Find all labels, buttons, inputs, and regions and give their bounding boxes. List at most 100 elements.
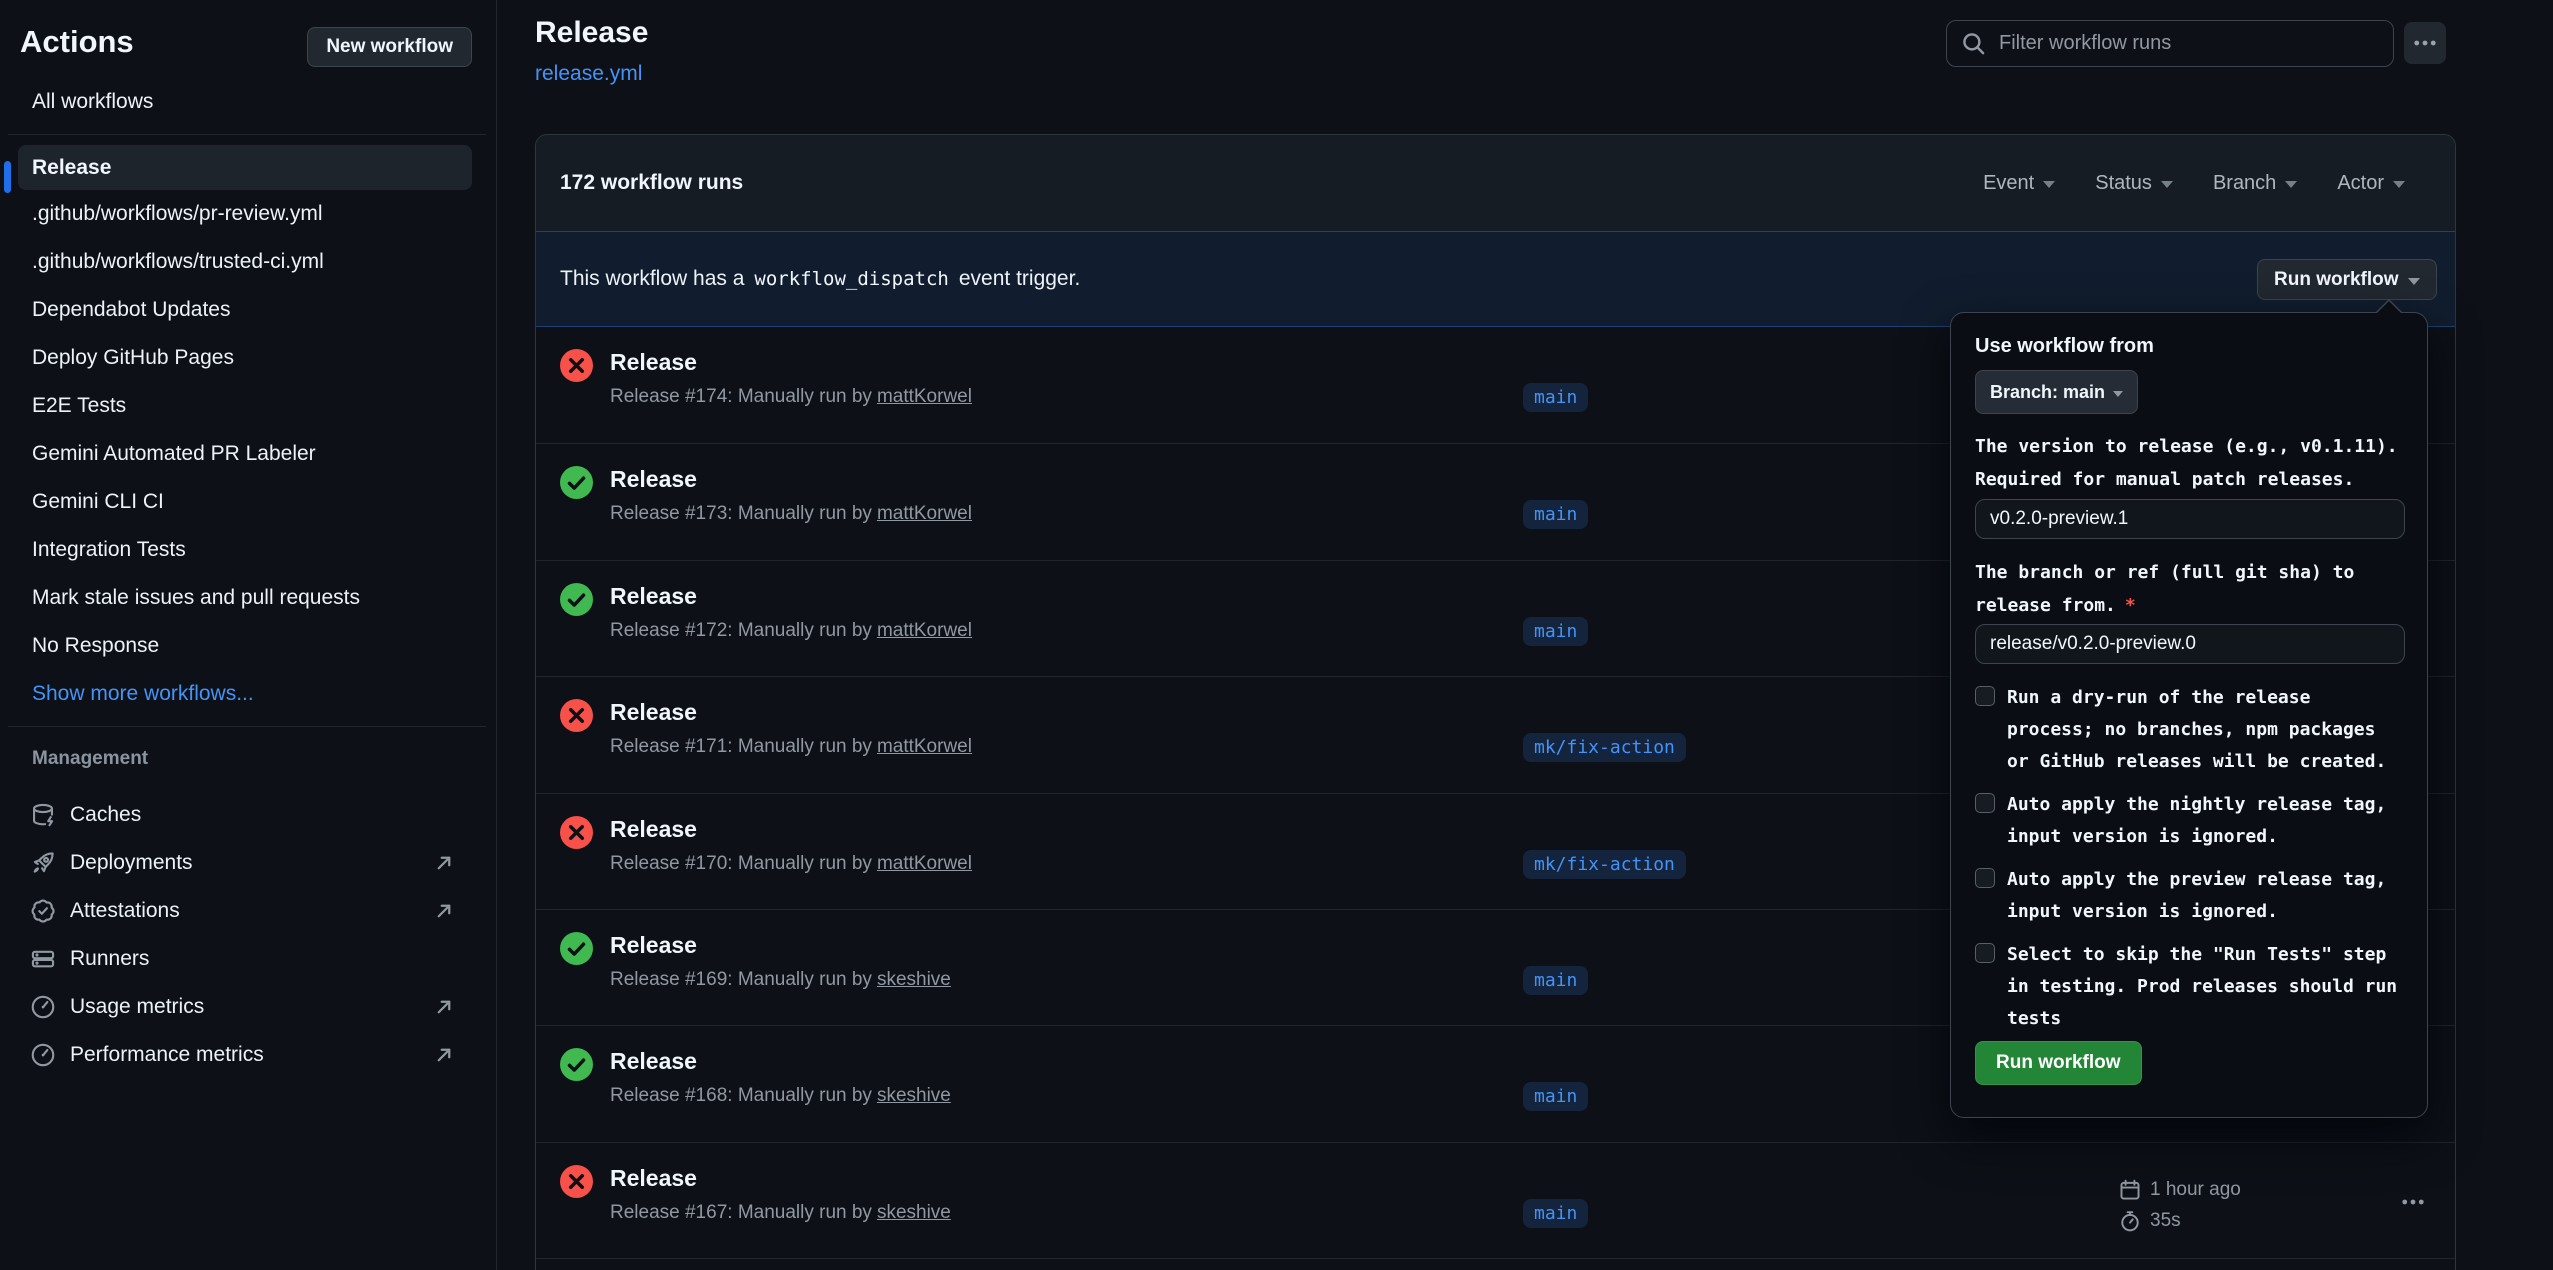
sidebar-item-deployments[interactable]: Deployments — [0, 839, 496, 887]
sidebar-item-e2e-tests[interactable]: E2E Tests — [0, 382, 496, 430]
branch-label[interactable]: main — [1523, 966, 1588, 995]
run-start-time: 1 hour ago — [2119, 1179, 2241, 1201]
workflow-run-row[interactable]: Release Release #167: Manually run byske… — [536, 1142, 2455, 1258]
nightly-tag-checkbox[interactable] — [1975, 793, 1995, 813]
dry-run-checkbox[interactable] — [1975, 686, 1995, 706]
kebab-horizontal-icon — [2401, 1190, 2425, 1214]
sidebar-item-caches[interactable]: Caches — [0, 791, 496, 839]
external-link-icon — [432, 995, 456, 1019]
branch-label[interactable]: main — [1523, 617, 1588, 646]
run-title-link[interactable]: Release — [610, 1165, 697, 1192]
branch-label[interactable]: main — [1523, 383, 1588, 412]
version-input[interactable] — [1975, 499, 2405, 539]
verified-icon — [30, 898, 56, 924]
run-title-link[interactable]: Release — [610, 466, 697, 493]
sidebar-item-attestations[interactable]: Attestations — [0, 887, 496, 935]
runs-panel-header: 172 workflow runs Event Status Branch Ac… — [536, 135, 2455, 231]
run-options-kebab-button[interactable] — [2391, 1189, 2435, 1215]
sidebar-item-trusted-ci[interactable]: .github/workflows/trusted-ci.yml — [0, 238, 496, 286]
run-status — [560, 349, 593, 382]
sidebar-item-all-workflows[interactable]: All workflows — [0, 78, 496, 126]
sidebar-item-integration-tests[interactable]: Integration Tests — [0, 526, 496, 574]
required-asterisk: * — [2125, 595, 2136, 616]
cache-icon — [30, 802, 56, 828]
actions-sidebar: Actions New workflow All workflows Relea… — [0, 0, 497, 1270]
filter-actor-dropdown[interactable]: Actor — [2337, 172, 2405, 195]
run-description: Release #167: Manually run byskeshive — [610, 1202, 951, 1224]
management-item-label: Runners — [70, 947, 149, 971]
ref-input[interactable] — [1975, 624, 2405, 664]
sidebar-item-mark-stale[interactable]: Mark stale issues and pull requests — [0, 574, 496, 622]
actor-link[interactable]: mattKorwel — [877, 386, 972, 407]
show-more-workflows-link[interactable]: Show more workflows... — [0, 670, 496, 718]
actor-link[interactable]: skeshive — [877, 1085, 951, 1106]
preview-tag-checkbox[interactable] — [1975, 868, 1995, 888]
run-title-link[interactable]: Release — [610, 699, 697, 726]
branch-label[interactable]: main — [1523, 500, 1588, 529]
runs-filters: Event Status Branch Actor — [1983, 172, 2405, 195]
branch-label[interactable]: mk/fix-action — [1523, 850, 1686, 879]
sidebar-item-performance-metrics[interactable]: Performance metrics — [0, 1031, 496, 1079]
page-title: Release — [535, 16, 648, 50]
meter-icon — [30, 1042, 56, 1068]
management-item-label: Attestations — [70, 899, 180, 923]
sidebar-item-deploy-github-pages[interactable]: Deploy GitHub Pages — [0, 334, 496, 382]
sidebar-divider — [8, 134, 486, 135]
dialog-pointer — [2375, 301, 2403, 315]
actor-link[interactable]: mattKorwel — [877, 853, 972, 874]
sidebar-item-pr-review[interactable]: .github/workflows/pr-review.yml — [0, 190, 496, 238]
rocket-icon — [30, 850, 56, 876]
workflow-run-row-partial — [536, 1258, 2455, 1270]
run-title-link[interactable]: Release — [610, 1048, 697, 1075]
success-icon — [560, 1048, 593, 1081]
management-item-label: Performance metrics — [70, 1043, 264, 1067]
failure-icon — [560, 699, 593, 732]
failure-icon — [560, 1165, 593, 1198]
run-title-link[interactable]: Release — [610, 932, 697, 959]
run-status — [560, 932, 593, 965]
filter-workflow-runs-box — [1946, 20, 2394, 67]
actor-link[interactable]: mattKorwel — [877, 736, 972, 757]
sidebar-item-usage-metrics[interactable]: Usage metrics — [0, 983, 496, 1031]
run-workflow-submit-button[interactable]: Run workflow — [1975, 1041, 2142, 1085]
actor-link[interactable]: mattKorwel — [877, 620, 972, 641]
filter-status-dropdown[interactable]: Status — [2095, 172, 2173, 195]
run-title-link[interactable]: Release — [610, 583, 697, 610]
new-workflow-button[interactable]: New workflow — [307, 27, 472, 67]
skip-tests-checkbox[interactable] — [1975, 943, 1995, 963]
workflow-file-link[interactable]: release.yml — [535, 62, 642, 86]
dialog-heading: Use workflow from — [1975, 335, 2154, 358]
actor-link[interactable]: skeshive — [877, 969, 951, 990]
run-workflow-dropdown-button[interactable]: Run workflow — [2257, 259, 2437, 300]
management-item-label: Usage metrics — [70, 995, 204, 1019]
filter-branch-dropdown[interactable]: Branch — [2213, 172, 2297, 195]
run-workflow-dialog: Use workflow from Branch: main The versi… — [1950, 312, 2428, 1118]
branch-label[interactable]: main — [1523, 1199, 1588, 1228]
dry-run-checkbox-row: Run a dry-run of the release process; no… — [1975, 682, 2386, 778]
actor-link[interactable]: mattKorwel — [877, 503, 972, 524]
filter-event-dropdown[interactable]: Event — [1983, 172, 2055, 195]
branch-label[interactable]: main — [1523, 1082, 1588, 1111]
sidebar-item-gemini-cli-ci[interactable]: Gemini CLI CI — [0, 478, 496, 526]
sidebar-item-no-response[interactable]: No Response — [0, 622, 496, 670]
server-icon — [30, 946, 56, 972]
branch-selector-button[interactable]: Branch: main — [1975, 370, 2138, 414]
sidebar-item-gemini-pr-labeler[interactable]: Gemini Automated PR Labeler — [0, 430, 496, 478]
sidebar-item-dependabot-updates[interactable]: Dependabot Updates — [0, 286, 496, 334]
dry-run-label: Run a dry-run of the release process; no… — [2007, 682, 2386, 778]
sidebar-item-runners[interactable]: Runners — [0, 935, 496, 983]
run-meta: 1 hour ago 35s — [2119, 1143, 2359, 1258]
run-description: Release #169: Manually run byskeshive — [610, 969, 951, 991]
run-title-link[interactable]: Release — [610, 816, 697, 843]
run-status — [560, 699, 593, 732]
run-title-link[interactable]: Release — [610, 349, 697, 376]
failure-icon — [560, 349, 593, 382]
branch-label[interactable]: mk/fix-action — [1523, 733, 1686, 762]
workflow-options-kebab-button[interactable] — [2404, 22, 2446, 64]
filter-workflow-runs-input[interactable] — [1999, 32, 2359, 55]
actor-link[interactable]: skeshive — [877, 1202, 951, 1223]
ref-field-description: The branch or ref (full git sha) to rele… — [1975, 556, 2354, 622]
sidebar-item-release[interactable]: Release — [18, 145, 472, 190]
run-description: Release #170: Manually run bymattKorwel — [610, 853, 972, 875]
skip-tests-label: Select to skip the "Run Tests" step in t… — [2007, 939, 2397, 1035]
